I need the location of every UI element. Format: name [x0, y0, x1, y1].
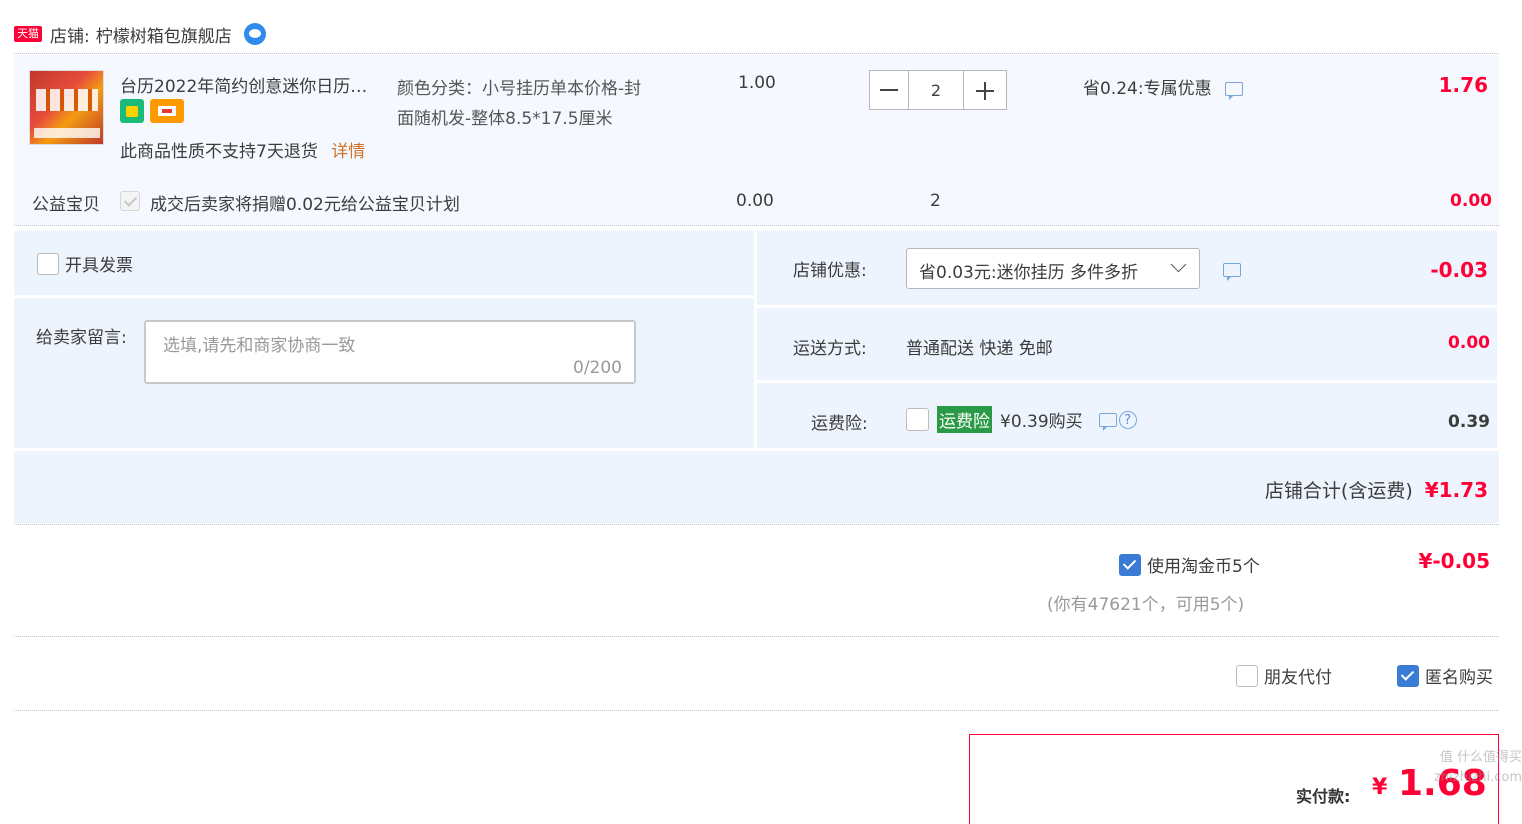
payment-currency: ¥ [1372, 775, 1388, 800]
insurance-checkbox[interactable] [906, 408, 929, 431]
tmall-badge: 天猫 [14, 26, 42, 42]
charity-label: 公益宝贝 [32, 195, 100, 215]
payment-label: 实付款: [1296, 787, 1351, 806]
message-placeholder: 选填,请先和商家协商一致 [163, 336, 356, 356]
charity-total: 0.00 [1450, 191, 1492, 211]
coins-option[interactable]: 使用淘金币5个 [1119, 552, 1260, 577]
chevron-down-icon [1170, 256, 1187, 273]
message-textarea[interactable]: 选填,请先和商家协商一致 0/200 [144, 320, 636, 384]
payment-amount: 1.68 [1398, 763, 1487, 804]
wangwang-chat-icon[interactable] [243, 23, 266, 45]
payment-box: 实付款: ¥ 1.68 [969, 734, 1499, 824]
message-label: 给卖家留言: [36, 328, 127, 348]
friend-pay-checkbox[interactable] [1236, 664, 1258, 687]
shipping-panel [757, 308, 1497, 380]
item-subtotal: 1.76 [1438, 73, 1488, 97]
friend-pay-option[interactable]: 朋友代付 [1236, 663, 1332, 688]
coins-note: (你有47621个，可用5个) [1047, 595, 1245, 615]
coins-amount: ¥-0.05 [1418, 549, 1490, 573]
item-discount: 省0.24:专属优惠 [1083, 74, 1243, 100]
shop-total-label: 店铺合计(含运费) [1264, 480, 1413, 502]
anonymous-checkbox[interactable] [1397, 664, 1419, 687]
insurance-tag: 运费险 [937, 406, 992, 433]
shop-discount-label: 店铺优惠: [793, 261, 867, 281]
quantity-increase-button[interactable] [963, 70, 1007, 110]
shop-total: 店铺合计(含运费) ¥1.73 [1265, 476, 1488, 503]
charity-price: 0.00 [736, 191, 774, 211]
quantity-decrease-button[interactable] [869, 70, 909, 110]
shop-discount-amount: -0.03 [1430, 258, 1488, 282]
charity-text: 成交后卖家将捐赠0.02元给公益宝贝计划 [150, 195, 460, 215]
anonymous-option[interactable]: 匿名购买 [1397, 663, 1493, 688]
item-spec: 颜色分类：小号挂历单本价格-封 面随机发-整体8.5*17.5厘米 [397, 79, 642, 129]
invoice-checkbox[interactable] [37, 252, 59, 275]
insurance-option[interactable]: 运费险 ¥0.39购买 ? [906, 406, 1137, 433]
insurance-amount: 0.39 [1448, 412, 1490, 432]
quantity-input[interactable]: 2 [909, 70, 963, 110]
discount-info-icon[interactable] [1225, 82, 1243, 100]
credit-card-icon [150, 99, 184, 123]
item-title[interactable]: 台历2022年简约创意迷你日历… [120, 72, 367, 97]
shipping-label: 运送方式: [793, 339, 867, 359]
shop-total-amount: ¥1.73 [1424, 478, 1488, 502]
detail-link[interactable]: 详情 [331, 142, 365, 162]
coins-checkbox[interactable] [1119, 553, 1141, 576]
shop-header: 天猫 店铺: 柠檬树箱包旗舰店 [14, 22, 266, 47]
shop-label: 店铺: [50, 26, 90, 47]
shipping-amount: 0.00 [1448, 333, 1490, 353]
quantity-stepper: 2 [869, 70, 1007, 110]
help-icon[interactable]: ? [1118, 410, 1137, 429]
insurance-label: 运费险: [811, 414, 868, 434]
message-counter: 0/200 [573, 358, 622, 378]
minus-icon [880, 89, 898, 91]
charity-quantity: 2 [930, 191, 941, 211]
return-note: 此商品性质不支持7天退货 详情 [120, 142, 366, 162]
insurance-price: ¥0.39购买 [1000, 412, 1083, 432]
shop-discount-select[interactable]: 省0.03元:迷你挂历 多件多折 [906, 248, 1200, 289]
charity-checkbox [120, 191, 140, 211]
item-service-badges [120, 99, 184, 123]
shop-discount-info-icon[interactable] [1223, 260, 1241, 281]
shop-name[interactable]: 柠檬树箱包旗舰店 [96, 22, 232, 47]
shop-bag-icon [120, 99, 144, 123]
insurance-info-icon[interactable] [1098, 412, 1117, 431]
item-unit-price: 1.00 [738, 73, 776, 93]
invoice-option[interactable]: 开具发票 [37, 251, 133, 276]
item-thumbnail[interactable] [29, 70, 104, 145]
shipping-value: 普通配送 快递 免邮 [906, 339, 1053, 359]
